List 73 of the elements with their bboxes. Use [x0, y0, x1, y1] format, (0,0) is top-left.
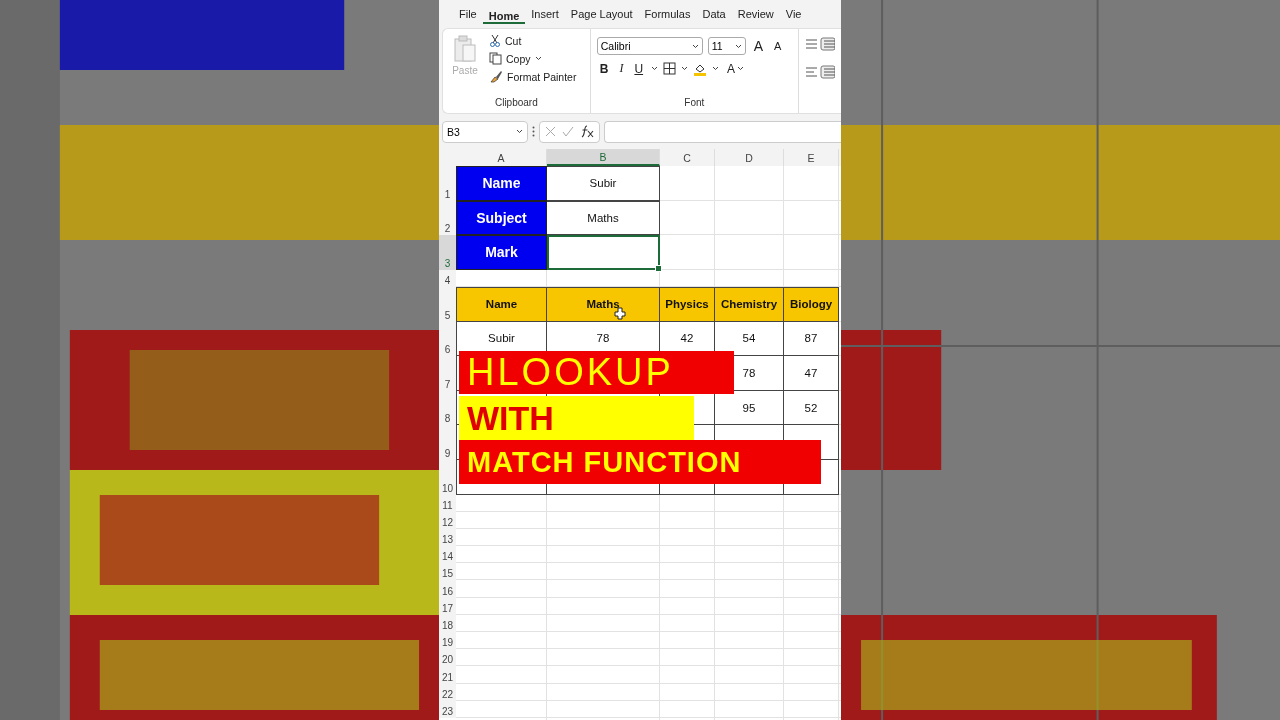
caret-icon — [691, 43, 699, 49]
table-cell: Name — [456, 166, 547, 201]
table-cell: Maths — [547, 200, 660, 236]
row-header[interactable]: 10 — [439, 459, 456, 495]
row-header[interactable]: 7 — [439, 356, 456, 391]
row-header[interactable]: 3 — [439, 235, 456, 270]
font-size-dropdown[interactable]: 11 — [707, 37, 746, 55]
caret-icon — [516, 129, 523, 134]
title-banner: WITH — [459, 396, 694, 440]
table-cell: Biology — [784, 286, 839, 322]
underline-button[interactable]: U — [631, 61, 647, 76]
row-header[interactable]: 21 — [439, 666, 456, 684]
row-header[interactable]: 6 — [439, 321, 456, 357]
caret-icon — [712, 66, 720, 71]
row-header[interactable]: 14 — [439, 546, 456, 564]
row-header[interactable]: 1 — [439, 166, 456, 201]
menu-tab[interactable]: Home — [482, 4, 526, 24]
table-cell: Subject — [456, 200, 547, 236]
row-header[interactable]: 2 — [439, 200, 456, 236]
caret-icon — [681, 66, 689, 71]
title-banner: HLOOKUP — [459, 351, 734, 394]
row-header[interactable]: 15 — [439, 563, 456, 581]
row-header[interactable]: 5 — [439, 286, 456, 322]
checkmark-icon[interactable] — [562, 126, 574, 137]
format-painter-button[interactable]: Format Painter — [487, 69, 579, 84]
italic-button[interactable]: I — [616, 61, 627, 76]
menu-tab[interactable]: Vie — [779, 0, 808, 28]
caret-icon — [734, 43, 742, 49]
name-box[interactable]: B3 — [442, 120, 528, 143]
cursor-icon — [614, 307, 626, 320]
shrink-font-button[interactable]: A — [771, 40, 785, 52]
table-cell: 47 — [784, 356, 839, 391]
copy-icon — [489, 52, 502, 65]
menu-tab[interactable]: Review — [731, 0, 780, 28]
table-cell: Subir — [547, 166, 660, 201]
caret-icon — [534, 56, 542, 61]
align-left-icon[interactable] — [805, 65, 835, 79]
table-cell: Maths — [547, 286, 660, 322]
grow-font-button[interactable]: A — [750, 38, 767, 54]
menu-tab[interactable]: File — [453, 0, 483, 28]
caret-icon — [737, 66, 745, 71]
row-header[interactable]: 16 — [439, 580, 456, 598]
row-header[interactable]: 9 — [439, 425, 456, 460]
bold-button[interactable]: B — [596, 61, 612, 76]
cancel-icon[interactable] — [545, 126, 556, 137]
table-cell: Physics — [660, 286, 715, 322]
font-color-button[interactable]: A — [724, 61, 748, 76]
row-header[interactable]: 8 — [439, 390, 456, 426]
menu-tab[interactable]: Page Layout — [564, 0, 639, 28]
row-header[interactable]: 19 — [439, 632, 456, 650]
menu-tab[interactable]: Data — [696, 0, 732, 28]
formula-field[interactable] — [604, 120, 841, 143]
align-top-icon[interactable] — [805, 37, 835, 51]
group-label: Clipboard — [493, 97, 539, 110]
title-banner: MATCH FUNCTION — [459, 440, 821, 484]
copy-button[interactable]: Copy — [487, 51, 579, 66]
scissors-icon — [489, 34, 501, 47]
font-family-dropdown[interactable]: Calibri — [596, 37, 703, 55]
caret-icon — [651, 66, 659, 71]
more-icon — [532, 126, 535, 137]
paintbrush-icon — [489, 70, 503, 83]
column-header[interactable]: B — [547, 149, 660, 166]
function-icon[interactable] — [580, 125, 594, 138]
menu-tab[interactable]: Insert — [525, 0, 565, 28]
row-header[interactable]: 20 — [439, 649, 456, 667]
table-cell: Mark — [456, 235, 547, 270]
table-cell: Name — [456, 286, 547, 322]
borders-icon[interactable] — [663, 62, 677, 75]
menu-tab[interactable]: Formulas — [638, 0, 697, 28]
group-label: Font — [683, 97, 706, 110]
cut-button[interactable]: Cut — [487, 33, 579, 48]
clipboard-icon — [453, 35, 477, 63]
table-cell: Chemistry — [715, 286, 784, 322]
